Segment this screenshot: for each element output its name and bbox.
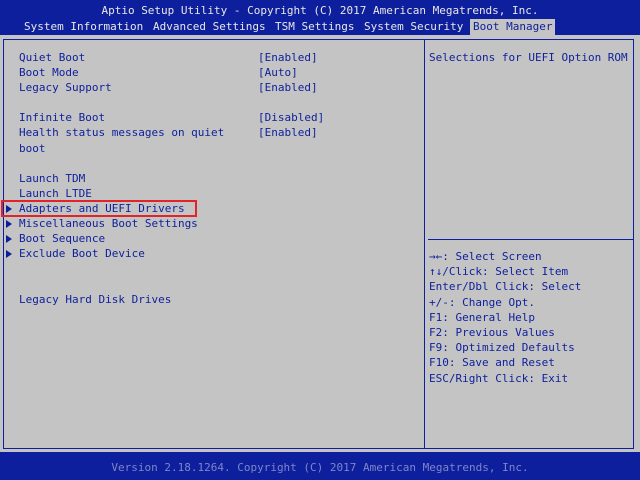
tab-boot-manager[interactable]: Boot Manager <box>470 19 556 35</box>
boot-mode-value[interactable]: [Auto] <box>258 66 298 80</box>
menu-item-boot-mode[interactable]: Boot Mode <box>19 66 79 80</box>
infinite-boot-value[interactable]: [Disabled] <box>258 111 324 125</box>
tab-tsm-settings[interactable]: TSM Settings <box>275 19 354 35</box>
menu-item-legacy-support[interactable]: Legacy Support <box>19 81 112 95</box>
menu-item-adapters-uefi-drivers[interactable]: Adapters and UEFI Drivers <box>19 202 185 216</box>
quiet-boot-value[interactable]: [Enabled] <box>258 51 318 65</box>
menu-item-launch-tdm[interactable]: Launch TDM <box>19 172 85 186</box>
key-help-exit: ESC/Right Click: Exit <box>429 371 569 385</box>
tab-system-information[interactable]: System Information <box>24 19 143 35</box>
menu-item-infinite-boot[interactable]: Infinite Boot <box>19 111 105 125</box>
menu-item-misc-boot-settings[interactable]: Miscellaneous Boot Settings <box>19 217 198 231</box>
panel-divider <box>424 40 425 448</box>
utility-title: Aptio Setup Utility - Copyright (C) 2017… <box>101 4 539 17</box>
key-help-optimized-defaults: F9: Optimized Defaults <box>429 341 575 355</box>
menu-item-health-status-cont[interactable]: boot <box>19 142 46 156</box>
tab-system-security[interactable]: System Security <box>364 19 463 35</box>
title-bar: Aptio Setup Utility - Copyright (C) 2017… <box>0 0 640 35</box>
submenu-arrow-icon <box>6 220 12 228</box>
footer-bar: Version 2.18.1264. Copyright (C) 2017 Am… <box>0 452 640 480</box>
item-help-text: Selections for UEFI Option ROM <box>429 51 628 64</box>
version-text: Version 2.18.1264. Copyright (C) 2017 Am… <box>111 461 529 474</box>
key-legend: →←: Select Screen ↑↓/Click: Select Item … <box>429 249 581 386</box>
help-divider <box>428 239 633 240</box>
menu-item-exclude-boot-device[interactable]: Exclude Boot Device <box>19 247 145 261</box>
tab-bar: System Information Advanced Settings TSM… <box>0 19 640 35</box>
key-help-select: Enter/Dbl Click: Select <box>429 280 582 294</box>
key-help-general-help: F1: General Help <box>429 310 535 324</box>
key-help-select-item: ↑↓/Click: Select Item <box>429 265 569 279</box>
menu-item-legacy-hdd[interactable]: Legacy Hard Disk Drives <box>19 293 171 307</box>
key-help-save-reset: F10: Save and Reset <box>429 356 555 370</box>
submenu-arrow-icon <box>6 205 12 213</box>
submenu-arrow-icon <box>6 235 12 243</box>
key-help-change-opt: +/-: Change Opt. <box>429 295 535 309</box>
menu-item-health-status[interactable]: Health status messages on quiet <box>19 126 224 140</box>
legacy-support-value[interactable]: [Enabled] <box>258 81 318 95</box>
menu-item-quiet-boot[interactable]: Quiet Boot <box>19 51 85 65</box>
menu-item-launch-ltde[interactable]: Launch LTDE <box>19 187 92 201</box>
health-status-value[interactable]: [Enabled] <box>258 126 318 140</box>
key-help-previous-values: F2: Previous Values <box>429 325 555 339</box>
key-help-select-screen: →←: Select Screen <box>429 250 542 263</box>
submenu-arrow-icon <box>6 250 12 258</box>
menu-item-boot-sequence[interactable]: Boot Sequence <box>19 232 105 246</box>
tab-advanced-settings[interactable]: Advanced Settings <box>153 19 266 35</box>
